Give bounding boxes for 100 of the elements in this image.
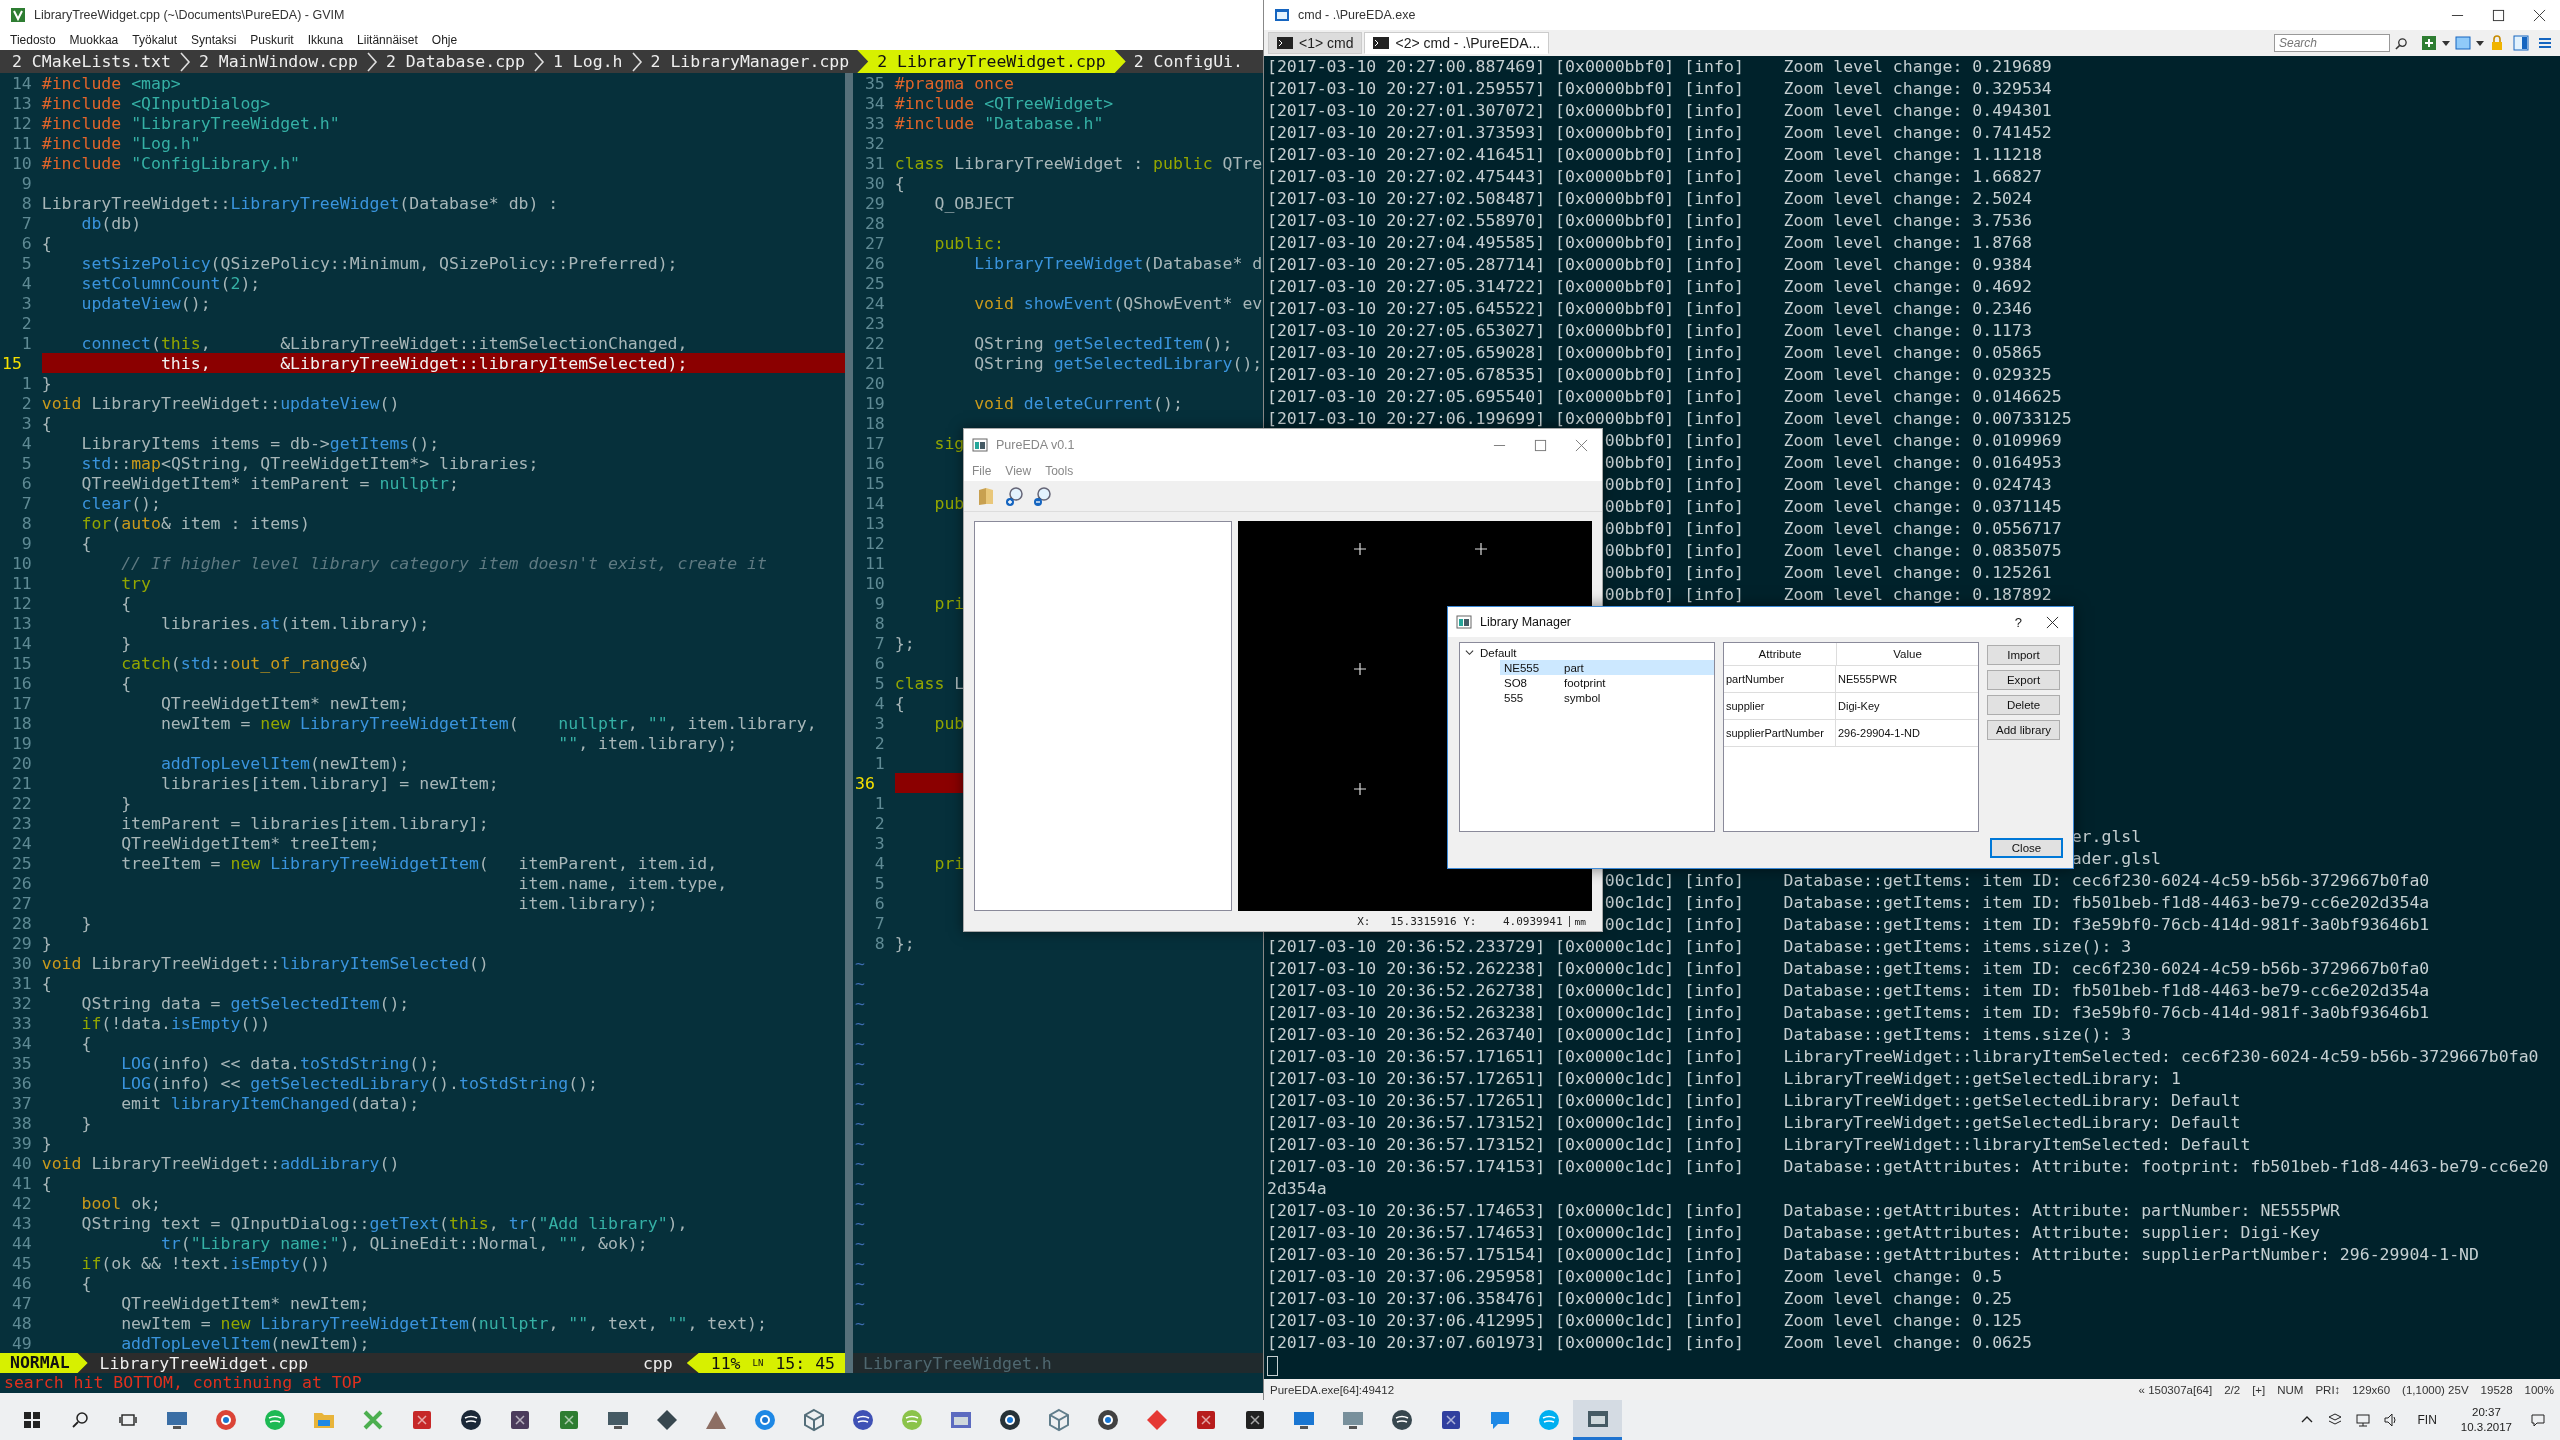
line-number: 28: [863, 213, 885, 233]
tree-row[interactable]: 555 symbol: [1500, 690, 1714, 705]
buffer-tab[interactable]: 2 LibraryManager.cpp: [642, 50, 858, 73]
chevron-icon[interactable]: [1465, 648, 1474, 657]
code-line: connect(this, &LibraryTreeWidget::itemSelectionChanged,: [80, 333, 688, 353]
column-header[interactable]: Value: [1837, 643, 1978, 665]
code-line: updateView();: [80, 293, 211, 313]
menu-item[interactable]: Tools: [1045, 464, 1074, 478]
console-line: [2017-03-10 20:27:05.314722] [0x0000bbf0] [info] Zoom level change: 0.4692: [1267, 277, 2032, 296]
line-number: 24: [10, 833, 32, 853]
window-icon[interactable]: [2455, 35, 2471, 51]
help-button[interactable]: ?: [2004, 614, 2032, 630]
table-cell-text: NE555PWR: [1837, 672, 1899, 687]
notification-icon[interactable]: [2530, 1412, 2546, 1428]
buffer-tab[interactable]: 2 MainWindow.cpp: [190, 50, 366, 73]
menu-item[interactable]: Muokkaa: [69, 33, 119, 47]
line-number: 11: [10, 133, 32, 153]
menu-item[interactable]: View: [1005, 464, 1032, 478]
line-number: 34: [10, 1033, 32, 1053]
line-number: 5: [873, 673, 885, 693]
line-number: 36: [10, 1073, 32, 1093]
line-number: 6: [873, 653, 885, 673]
buffer-tab[interactable]: 2 CMakeLists.txt: [4, 50, 179, 73]
close-icon[interactable]: [2533, 8, 2546, 22]
tree-item[interactable]: Default: [1480, 646, 1517, 659]
console-line: [2017-03-10 20:36:52.263740] [0x0000c1dc] [info] Database::getItems: items.size(): 3: [1267, 1025, 2132, 1044]
search-icon[interactable]: [2395, 36, 2408, 50]
empty-line-marker: ~: [854, 1193, 865, 1213]
menu-item[interactable]: Puskurit: [250, 33, 294, 47]
console-line: 00bbf0] [info] Zoom level change: 0.0164953: [1604, 453, 2062, 472]
code-line: setColumnCount(2);: [80, 273, 261, 293]
new-console-icon[interactable]: [2421, 35, 2437, 51]
console-tab[interactable]: <1> cmd: [1268, 32, 1363, 54]
menu-item[interactable]: Liitännäiset: [357, 33, 418, 47]
line-number: 14: [10, 73, 32, 93]
menu-item[interactable]: Syntaksi: [191, 33, 237, 47]
clock-time[interactable]: 20:37: [2472, 1405, 2501, 1420]
code-line: {: [894, 693, 905, 713]
menu-item[interactable]: Tiedosto: [10, 33, 56, 47]
buffer-tab[interactable]: 2 Database.cpp: [377, 50, 533, 73]
console-line: er.glsl: [2071, 827, 2142, 846]
zoom-out-icon[interactable]: [1032, 485, 1054, 507]
line-number: 27: [10, 893, 32, 913]
code-line: #include <QInputDialog>: [41, 93, 271, 113]
menu-item[interactable]: Ohje: [431, 33, 458, 47]
caret-icon[interactable]: [2442, 39, 2450, 47]
zoom-in-icon[interactable]: [1004, 485, 1026, 507]
menu-item[interactable]: Työkalut: [132, 33, 177, 47]
tree-row[interactable]: SO8 footprint: [1500, 675, 1714, 690]
line-number: 9: [873, 593, 885, 613]
code-line: LOG(info) << getSelectedLibrary().toStdString();: [120, 1073, 599, 1093]
text-cursor: [1267, 1355, 1278, 1376]
app-icon: [972, 437, 988, 453]
language-indicator[interactable]: FIN: [2417, 1413, 2437, 1427]
dialog-button[interactable]: Export: [1987, 670, 2060, 690]
crosshair-icon: [1475, 543, 1487, 555]
clock-date[interactable]: 10.3.2017: [2460, 1420, 2512, 1435]
code-line: #include "ConfigLibrary.h": [41, 153, 300, 173]
close-icon[interactable]: [2046, 615, 2059, 629]
empty-line-marker: ~: [854, 1033, 865, 1053]
code-line: db(db): [80, 213, 142, 233]
line-number: 2: [20, 313, 32, 333]
empty-line-marker: ~: [854, 1253, 865, 1273]
console-line: [2017-03-10 20:36:52.233729] [0x0000c1dc] [info] Database::getItems: items.size(): 3: [1267, 937, 2132, 956]
console-line: [2017-03-10 20:27:02.558970] [0x0000bbf0] [info] Zoom level change: 3.7536: [1267, 211, 2032, 230]
dialog-button[interactable]: Delete: [1987, 695, 2060, 715]
tree-row[interactable]: NE555 part: [1500, 660, 1714, 675]
line-number: 7: [20, 493, 32, 513]
menu-item[interactable]: Ikkuna: [307, 33, 344, 47]
search-field[interactable]: Search: [2274, 34, 2390, 52]
line-number: 7: [20, 213, 32, 233]
console-line: [2017-03-10 20:37:06.412995] [0x0000c1dc] [info] Zoom level change: 0.125: [1267, 1311, 2022, 1330]
search-icon[interactable]: [70, 1410, 90, 1430]
console-line: [2017-03-10 20:36:57.174653] [0x0000c1dc] [info] Database::getAttributes: Attribute: supplier: Digi-Key: [1267, 1223, 2320, 1242]
buffer-tab[interactable]: 1 Log.h: [545, 50, 631, 73]
unit-label: mm: [1568, 915, 1586, 927]
empty-line-marker: ~: [854, 1213, 865, 1233]
console-line: 2d354a: [1267, 1179, 1327, 1198]
console-line: 00c1dc] [info] Database::getItems: item ID: f3e59bf0-76cb-414d-981f-3a0bf93646b1: [1604, 915, 2430, 934]
dialog-button[interactable]: Import: [1987, 645, 2060, 665]
menu-icon[interactable]: [2537, 35, 2553, 51]
buffer-tab[interactable]: 2 LibraryTreeWidget.cpp: [857, 50, 1126, 73]
line-number: 26: [863, 253, 885, 273]
line-number: 19: [863, 393, 885, 413]
mode-indicator: NORMAL: [0, 1353, 88, 1373]
console-tab[interactable]: <2> cmd - .\PureEDA...: [1364, 32, 1550, 54]
line-number: 17: [10, 693, 32, 713]
menu-item[interactable]: File: [972, 464, 992, 478]
panel-icon[interactable]: [2513, 35, 2529, 51]
maximize-icon[interactable]: [2492, 8, 2505, 22]
column-header[interactable]: Attribute: [1724, 643, 1837, 665]
close-button[interactable]: Close: [1990, 838, 2063, 858]
caret-icon[interactable]: [2476, 39, 2484, 47]
empty-line-marker: ~: [854, 973, 865, 993]
buffer-tab[interactable]: 2 ConfigUi.: [1125, 50, 1251, 73]
network-icon[interactable]: [2355, 1412, 2372, 1428]
start-icon[interactable]: [22, 1410, 42, 1430]
status-item: 19528: [2480, 1383, 2513, 1396]
file-name: LibraryTreeWidget.h: [863, 1353, 1052, 1373]
dialog-button[interactable]: Add library: [1987, 720, 2060, 740]
